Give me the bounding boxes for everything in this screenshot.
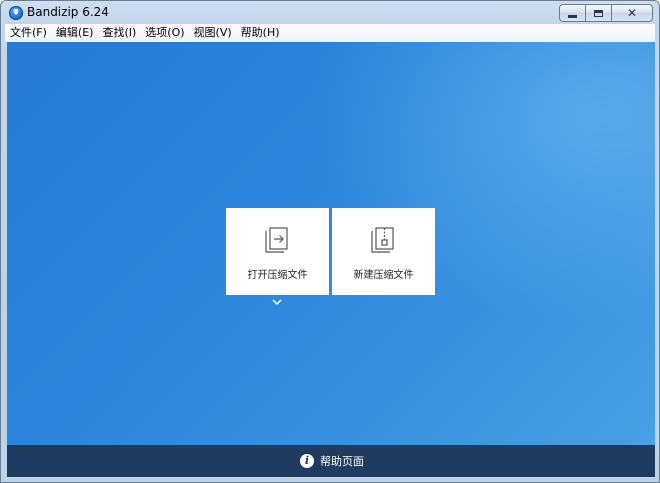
close-button[interactable]: ✕ [611, 4, 653, 22]
menu-find[interactable]: 查找(I) [97, 24, 140, 42]
minimize-button[interactable] [559, 4, 585, 22]
menu-bar: 文件(F) 编辑(E) 查找(I) 选项(O) 视图(V) 帮助(H) [5, 24, 655, 42]
main-content-area: 打开压缩文件 新建压缩文件 [7, 42, 655, 445]
menu-view[interactable]: 视图(V) [189, 24, 236, 42]
open-archive-label: 打开压缩文件 [247, 270, 308, 281]
title-bar[interactable]: Bandizip 6.24 ✕ [1, 1, 659, 24]
menu-edit[interactable]: 编辑(E) [51, 24, 98, 42]
new-archive-label: 新建压缩文件 [353, 270, 414, 281]
info-icon: i [300, 454, 314, 468]
maximize-button[interactable] [585, 4, 611, 22]
new-archive-icon [371, 227, 394, 253]
window-controls: ✕ [559, 4, 653, 22]
open-archive-icon [265, 227, 288, 253]
app-window: Bandizip 6.24 ✕ 文件(F) 编辑(E) 查找(I) 选项(O) … [0, 0, 660, 483]
help-page-label: 帮助页面 [320, 455, 364, 468]
chevron-down-icon[interactable] [271, 298, 283, 306]
menu-help[interactable]: 帮助(H) [236, 24, 284, 42]
menu-file[interactable]: 文件(F) [5, 24, 51, 42]
open-archive-button[interactable]: 打开压缩文件 [226, 208, 329, 295]
menu-options[interactable]: 选项(O) [140, 24, 188, 42]
new-archive-button[interactable]: 新建压缩文件 [332, 208, 435, 295]
minimize-icon [568, 14, 577, 18]
maximize-icon [594, 9, 603, 17]
bandizip-logo-icon[interactable] [9, 6, 23, 20]
window-title: Bandizip 6.24 [27, 5, 109, 19]
close-icon: ✕ [626, 6, 638, 20]
help-page-link[interactable]: i 帮助页面 [300, 453, 364, 469]
footer-bar: i 帮助页面 [7, 445, 655, 477]
